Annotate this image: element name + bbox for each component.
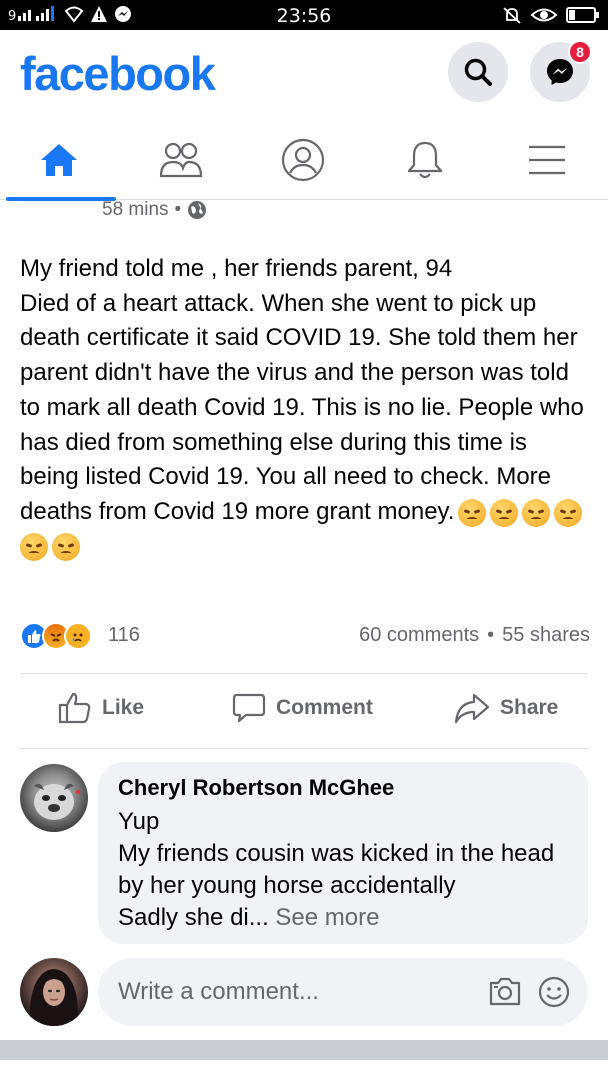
home-icon (41, 144, 77, 176)
nav-bar (0, 120, 608, 201)
feed-separator (0, 1040, 608, 1060)
write-comment-input[interactable]: Write a comment... (98, 958, 588, 1026)
friends-icon (159, 142, 203, 178)
angry-emoji-group (458, 498, 583, 527)
see-more-link[interactable]: See more (275, 904, 379, 931)
emoji-icon[interactable] (538, 976, 570, 1008)
shares-count[interactable]: 55 shares (502, 624, 590, 647)
facebook-logo[interactable]: facebook (20, 46, 216, 101)
commenter-avatar[interactable] (20, 764, 88, 832)
divider (20, 748, 588, 749)
sad-reaction-icon (64, 622, 92, 650)
comments-count[interactable]: 60 comments (359, 624, 479, 647)
mute-icon (503, 7, 521, 24)
post-actions: Like Comment Share (0, 686, 608, 736)
comment-icon (232, 693, 266, 723)
write-comment-tools (488, 976, 570, 1008)
share-arrow-icon (454, 693, 490, 724)
engagement-counts: 60 comments • 55 shares (359, 624, 590, 647)
tab-notifications[interactable] (366, 120, 484, 200)
tab-profile[interactable] (244, 120, 362, 200)
comment-button[interactable]: Comment (232, 692, 373, 724)
user-avatar[interactable] (20, 958, 88, 1026)
unamused-emoji-icon (522, 498, 551, 527)
profile-icon (281, 138, 325, 182)
status-bar: 9 23:56 (0, 0, 608, 30)
unamused-emoji-icon (458, 498, 487, 527)
search-button[interactable] (448, 42, 508, 102)
share-button[interactable]: Share (454, 692, 558, 724)
write-comment-placeholder: Write a comment... (118, 978, 319, 1005)
angry-emoji-group-2 (20, 533, 80, 562)
tab-home[interactable] (0, 120, 118, 201)
messenger-button[interactable]: 8 (530, 40, 592, 102)
like-button[interactable]: Like (58, 692, 144, 724)
post-time[interactable]: 58 mins (102, 199, 169, 221)
reaction-count: 116 (108, 624, 140, 646)
meta-separator: • (174, 199, 182, 220)
post-body: My friend told me , her friends parent, … (20, 252, 590, 564)
unamused-emoji-icon (52, 533, 80, 562)
eye-icon (530, 8, 558, 22)
globe-icon (188, 201, 207, 219)
like-label: Like (102, 696, 145, 719)
unamused-emoji-icon (554, 498, 583, 527)
comment-body: Yup My friends cousin was kicked in the … (118, 806, 568, 934)
tab-menu[interactable] (488, 120, 606, 200)
active-tab-indicator (6, 197, 116, 201)
battery-icon (566, 7, 599, 23)
comment-bubble: Cheryl Robertson McGhee Yup My friends c… (98, 762, 588, 944)
divider (20, 673, 588, 674)
comment-label: Comment (276, 696, 373, 719)
post-text: My friend told me , her friends parent, … (20, 255, 584, 525)
camera-icon[interactable] (488, 976, 522, 1006)
reaction-icons (20, 622, 92, 650)
unamused-emoji-icon (20, 533, 48, 562)
search-icon (464, 58, 492, 86)
counts-separator: • (487, 624, 495, 646)
reactions-summary[interactable]: 116 60 comments • 55 shares (20, 620, 590, 652)
menu-icon (529, 145, 565, 175)
unamused-emoji-icon (490, 498, 519, 527)
app-header: facebook 8 (0, 30, 608, 120)
tab-friends[interactable] (122, 120, 240, 200)
status-right (502, 5, 600, 25)
thumbs-up-icon (58, 692, 91, 724)
comment-author[interactable]: Cheryl Robertson McGhee (118, 774, 568, 802)
messenger-badge: 8 (568, 40, 592, 64)
share-label: Share (500, 696, 559, 719)
bell-icon (407, 141, 443, 179)
post-meta: 58 mins • (102, 199, 207, 221)
